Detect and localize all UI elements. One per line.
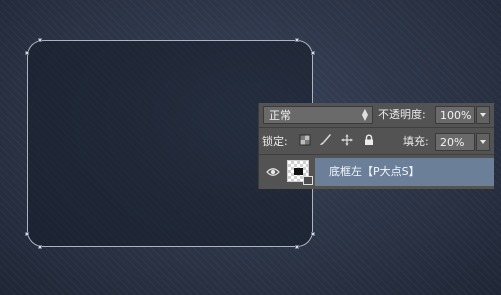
layer-selection-highlight[interactable]: 底框左【P大点S】	[315, 158, 494, 186]
fill-value: 20%	[440, 136, 465, 149]
blend-mode-value: 正常	[269, 109, 291, 122]
layer-name: 底框左【P大点S】	[329, 165, 420, 178]
opacity-dropdown-button[interactable]	[476, 106, 490, 124]
layers-panel: 正常 ▲ ▼ 不透明度: 100% 锁定: 填充: 20% 底框左【P大点S】	[258, 103, 494, 189]
lock-icon[interactable]	[363, 134, 375, 146]
anchor-left-bottom[interactable]	[25, 232, 29, 236]
blend-mode-select[interactable]: 正常 ▲ ▼	[263, 106, 373, 124]
anchor-top-left[interactable]	[38, 38, 42, 42]
anchor-right-top[interactable]	[311, 51, 315, 55]
anchor-bottom-left[interactable]	[38, 245, 42, 249]
blend-opacity-row: 正常 ▲ ▼ 不透明度: 100%	[259, 103, 494, 128]
fill-input[interactable]: 20%	[435, 133, 475, 151]
shape-layer-badge-icon	[303, 176, 313, 185]
opacity-value: 100%	[440, 109, 472, 122]
lock-fill-row: 锁定: 填充: 20%	[259, 129, 494, 155]
fill-dropdown-button[interactable]	[476, 133, 490, 151]
anchor-left-top[interactable]	[25, 51, 29, 55]
chevron-updown-icon: ▲ ▼	[361, 107, 368, 122]
lock-label: 锁定:	[262, 135, 288, 148]
eye-icon[interactable]	[266, 166, 280, 178]
anchor-right-bottom[interactable]	[311, 232, 315, 236]
checker-lock-icon[interactable]	[299, 134, 311, 146]
opacity-input[interactable]: 100%	[435, 106, 475, 124]
move-icon[interactable]	[341, 134, 353, 146]
anchor-bottom-right[interactable]	[295, 245, 299, 249]
chevron-down-icon	[480, 140, 486, 144]
shape-preview	[294, 168, 303, 175]
brush-icon[interactable]	[319, 134, 331, 146]
layer-item[interactable]: 底框左【P大点S】	[259, 156, 494, 189]
chevron-down-icon	[480, 113, 486, 117]
anchor-top-right[interactable]	[295, 38, 299, 42]
fill-label: 填充:	[403, 135, 429, 148]
opacity-label: 不透明度:	[378, 108, 426, 121]
